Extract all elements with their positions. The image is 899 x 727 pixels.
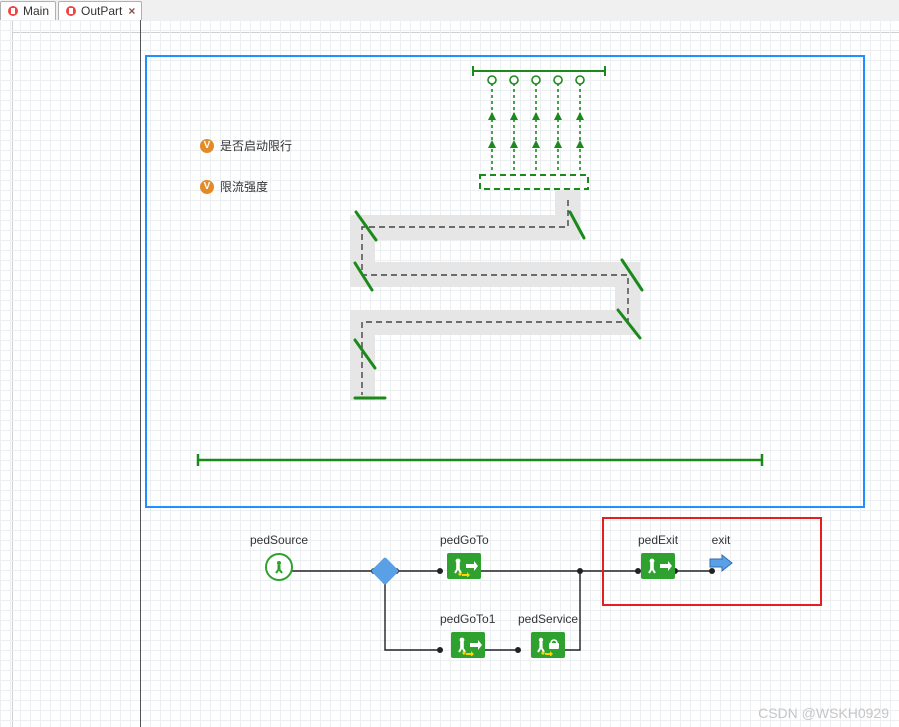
tab-main[interactable]: Main: [0, 1, 56, 20]
tab-label: OutPart: [81, 4, 122, 18]
agent-icon: [65, 5, 77, 17]
presentation-frame[interactable]: [145, 55, 865, 508]
block-label: pedGoTo1: [440, 612, 495, 626]
pedgoto-icon: [447, 553, 481, 579]
block-label: pedService: [518, 612, 578, 626]
block-pedservice[interactable]: pedService: [518, 612, 578, 658]
pedservice-icon: [531, 632, 565, 658]
parameter-limit-enable[interactable]: V 是否启动限行: [200, 137, 292, 154]
agent-icon: [7, 5, 19, 17]
highlight-box: [602, 517, 822, 606]
block-label: pedSource: [250, 533, 308, 547]
variable-icon: V: [200, 180, 214, 194]
block-pedsource[interactable]: pedSource: [250, 533, 308, 581]
tab-outpart[interactable]: OutPart ×: [58, 1, 142, 20]
block-pedgoto1[interactable]: pedGoTo1: [440, 612, 495, 658]
block-select-output[interactable]: [375, 561, 395, 581]
pedsource-icon: [265, 553, 293, 581]
close-icon[interactable]: ×: [126, 4, 135, 18]
watermark: CSDN @WSKH0929: [758, 705, 889, 721]
tab-label: Main: [23, 4, 49, 18]
block-pedgoto[interactable]: pedGoTo: [440, 533, 489, 579]
parameter-label: 是否启动限行: [220, 137, 292, 154]
parameter-limit-strength[interactable]: V 限流强度: [200, 178, 268, 195]
diamond-icon: [371, 557, 399, 585]
tab-strip: Main OutPart ×: [0, 0, 899, 22]
pedgoto1-icon: [451, 632, 485, 658]
parameter-label: 限流强度: [220, 178, 268, 195]
block-label: pedGoTo: [440, 533, 489, 547]
variable-icon: V: [200, 139, 214, 153]
